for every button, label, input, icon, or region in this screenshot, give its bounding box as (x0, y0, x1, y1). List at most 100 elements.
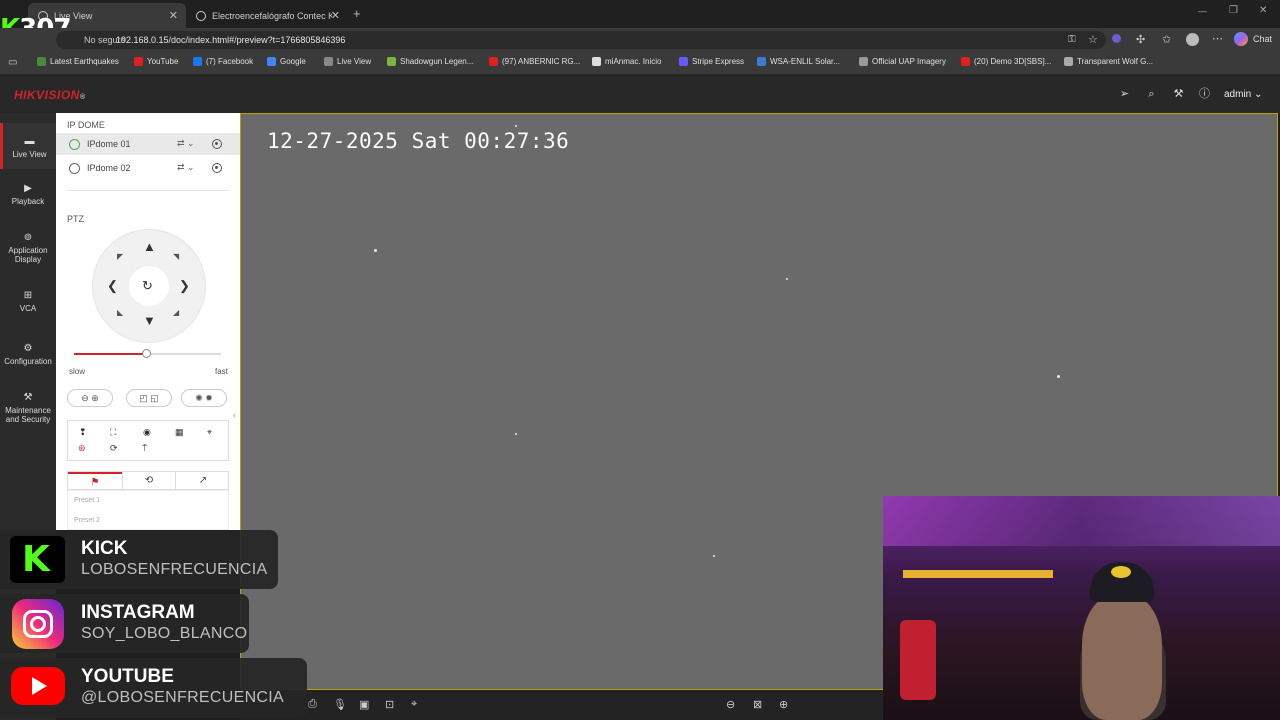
wiper-icon[interactable]: ⍑ (142, 443, 147, 454)
iris-controls[interactable]: ✺ ✹ (181, 389, 227, 407)
bookmark-item[interactable]: miAnmac. Inicio (592, 57, 661, 66)
tab-presets[interactable]: ⚑ (68, 472, 122, 490)
window-close-icon[interactable]: ✕ (1259, 5, 1267, 16)
bookmark-item[interactable]: Latest Earthquakes (37, 57, 119, 66)
favorites-icon[interactable]: ✩ (1162, 33, 1171, 46)
focus-controls[interactable]: ◰ ◱ (126, 389, 172, 407)
key-icon[interactable]: ⚿ (1068, 34, 1076, 45)
profile-avatar[interactable] (1186, 33, 1199, 46)
camera-item[interactable]: IPdome 02 ⇄ ⌄ (56, 157, 240, 179)
bookmark-item[interactable]: Transparent Wolf G... (1064, 57, 1153, 66)
capture-icon[interactable]: ⎙ (308, 698, 317, 711)
preset-list: Preset 1 Preset 2 (67, 490, 229, 530)
nav-item[interactable]: ▬ Live View (0, 123, 56, 169)
chat-label[interactable]: Chat (1253, 34, 1272, 44)
lens-init-icon[interactable]: ◉ (143, 427, 151, 438)
zoom-3d-icon[interactable]: ⊛ (78, 443, 86, 454)
bookmark-item[interactable]: YouTube (134, 57, 178, 66)
nav-label: VCA (19, 304, 37, 313)
next-icon[interactable]: ⊕ (779, 698, 788, 711)
tools-icon[interactable]: ⚒ (1172, 88, 1185, 101)
grid-view-icon[interactable]: ▦ (175, 427, 184, 438)
picture-icon[interactable]: ▣ (359, 698, 369, 711)
close-icon[interactable]: ✕ (169, 9, 178, 22)
focus-icon[interactable]: ⌖ (411, 698, 417, 711)
record-icon[interactable] (212, 139, 222, 149)
ptz-down-button[interactable]: ▼ (143, 314, 156, 327)
light-icon[interactable]: ❢ (79, 427, 87, 438)
tab-patterns[interactable]: ↗ (176, 472, 230, 490)
ptz-down-right-button[interactable]: ◢ (173, 308, 179, 317)
ptz-control-icon[interactable]: ⇄ ⌄ (177, 138, 195, 149)
preset-item[interactable]: Preset 1 (74, 497, 100, 504)
iris-close-icon[interactable]: ✺ (195, 393, 203, 403)
zoom-out-icon[interactable]: ⊖ (81, 393, 89, 403)
microphone-icon[interactable]: 🎙 (333, 698, 347, 711)
camera-status-icon (69, 139, 80, 150)
bookmark-item[interactable]: Stripe Express (679, 57, 744, 66)
ptz-speed-slider[interactable] (74, 349, 221, 358)
iris-open-icon[interactable]: ✹ (205, 393, 213, 403)
focus-near-icon[interactable]: ◰ (139, 393, 148, 403)
extension-icon[interactable] (1112, 34, 1121, 43)
bookmark-item[interactable]: (97) ANBERNIC RG... (489, 57, 580, 66)
zoom-controls[interactable]: ⊖ ⊕ (67, 389, 113, 407)
info-icon[interactable]: ⓘ (1198, 88, 1211, 101)
previous-icon[interactable]: ⊖ (726, 698, 735, 711)
bookmark-item[interactable]: WSA-ENLIL Solar... (757, 57, 840, 66)
bookmark-item[interactable]: Google (267, 57, 306, 66)
bookmark-favicon-icon (489, 57, 498, 66)
bookmark-item[interactable]: (7) Facebook (193, 57, 253, 66)
bookmark-label: (20) Demo 3D[SBS]... (974, 57, 1052, 66)
bookmark-item[interactable]: (20) Demo 3D[SBS]... (961, 57, 1051, 66)
stop-all-icon[interactable]: ⊠ (753, 698, 762, 711)
park-icon[interactable]: ⟳ (110, 443, 118, 454)
tab-patrols[interactable]: ⟲ (122, 472, 176, 490)
nav-item[interactable]: ▶ Playback (0, 177, 56, 217)
ptz-up-left-button[interactable]: ◤ (117, 252, 123, 261)
ptz-up-right-button[interactable]: ◥ (173, 252, 179, 261)
new-tab-icon[interactable]: + (353, 6, 361, 21)
search-icon[interactable]: ⌕ (1145, 88, 1158, 101)
url-field[interactable]: No seguro 192.168.0.15/doc/index.html#/p… (56, 31, 1106, 49)
browser-tab-electro[interactable]: Electroencefalógrafo Contec Kt88 ✕ (186, 3, 348, 28)
camera-item[interactable]: IPdome 01 ⇄ ⌄ (56, 133, 240, 155)
bookmark-item[interactable]: Live View (324, 57, 371, 66)
nav-item[interactable]: ⚙ Configuration (0, 337, 56, 377)
ptz-auto-button[interactable]: ↻ (129, 266, 169, 306)
region-focus-icon[interactable]: ⛶ (110, 427, 116, 438)
nav-item[interactable]: ⊞ VCA (0, 284, 56, 324)
bookmark-star-icon[interactable]: ☆ (1088, 33, 1098, 46)
puzzle-icon[interactable]: ✣ (1136, 33, 1145, 46)
bookmark-item[interactable]: Official UAP Imagery (859, 57, 946, 66)
restore-icon[interactable]: ❐ (1229, 5, 1238, 16)
ptz-tabs: ⚑ ⟲ ↗ (67, 471, 229, 490)
patrol-icon: ⟲ (144, 475, 154, 486)
ptz-control-icon[interactable]: ⇄ ⌄ (177, 162, 195, 173)
nav-item[interactable]: ⊚ Application Display (0, 226, 56, 266)
minimize-icon[interactable]: — (1198, 6, 1207, 16)
digital-zoom-icon[interactable]: ⊡ (385, 698, 394, 711)
sidebar-toggle-icon[interactable]: ▭ (8, 57, 17, 68)
preset-item[interactable]: Preset 2 (74, 517, 100, 524)
manual-track-icon[interactable]: ⌖ (207, 427, 212, 438)
close-icon[interactable]: ✕ (331, 9, 340, 22)
panel-collapse-icon[interactable]: ‹ (233, 410, 236, 420)
send-icon[interactable]: ➢ (1118, 88, 1131, 101)
copilot-icon[interactable] (1234, 32, 1248, 46)
focus-far-icon[interactable]: ◱ (150, 393, 159, 403)
bookmark-label: (97) ANBERNIC RG... (502, 57, 581, 66)
zoom-in-icon[interactable]: ⊕ (91, 393, 99, 403)
ptz-down-left-button[interactable]: ◣ (117, 308, 123, 317)
ptz-right-button[interactable]: ❯ (179, 279, 190, 292)
user-menu[interactable]: admin ⌄ (1224, 89, 1262, 100)
record-icon[interactable] (212, 163, 222, 173)
bookmark-item[interactable]: Shadowgun Legen... (387, 57, 473, 66)
ptz-left-button[interactable]: ❮ (107, 279, 118, 292)
ptz-up-button[interactable]: ▲ (143, 240, 156, 253)
slider-handle[interactable] (142, 349, 152, 358)
menu-dots-icon[interactable]: ⋯ (1212, 32, 1223, 45)
webcam-cap-badge (1111, 566, 1131, 578)
nav-item[interactable]: ⚒ Maintenance and Security (0, 386, 56, 426)
monitor-icon: ▬ (24, 136, 35, 147)
